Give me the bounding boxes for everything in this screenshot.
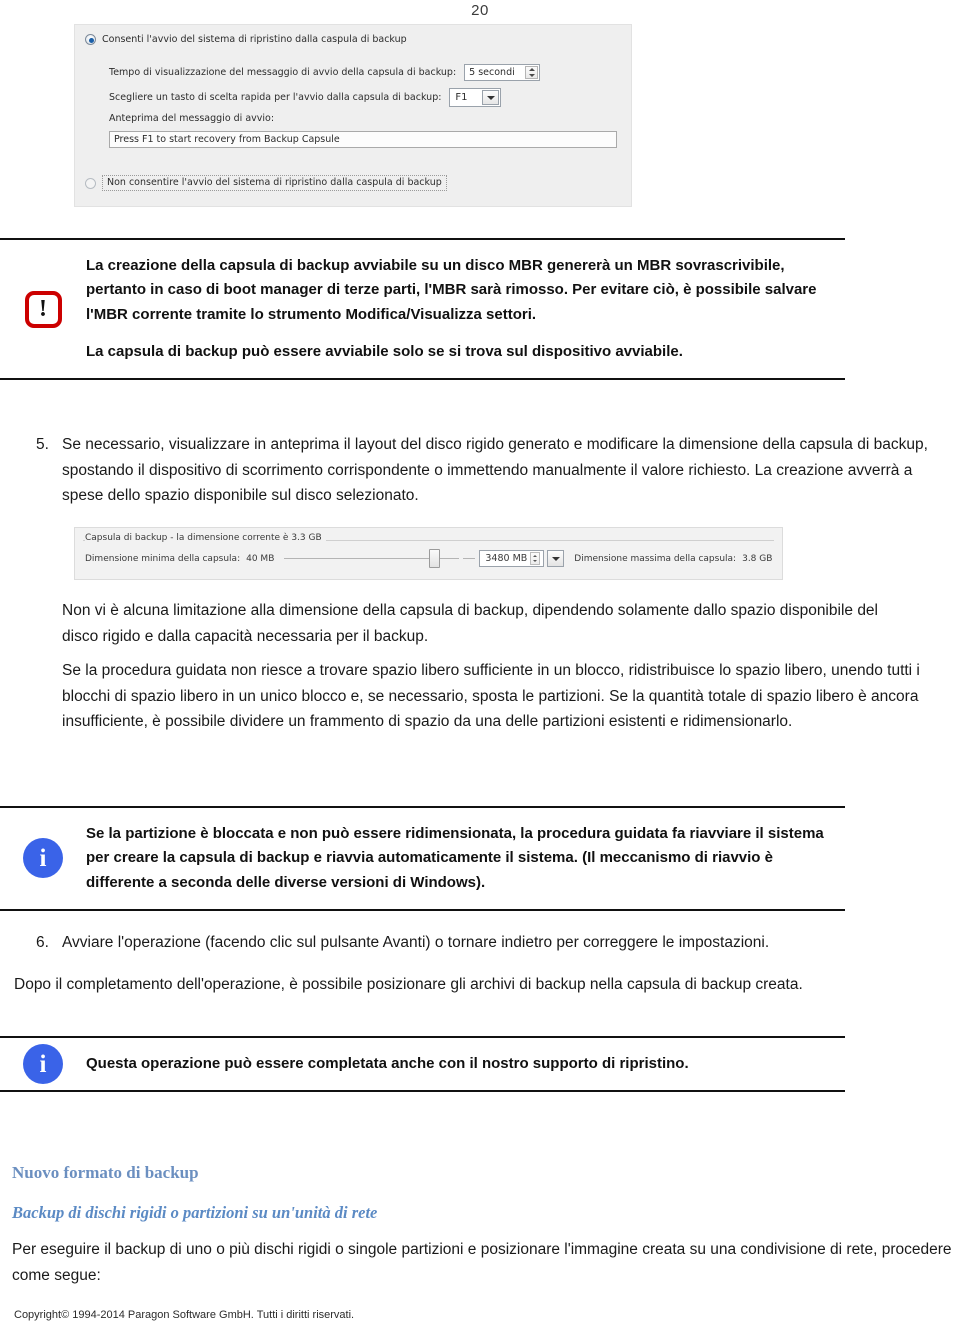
step-6-text: Avviare l'operazione (facendo clic sul p…: [62, 934, 770, 951]
size-unit-dropdown[interactable]: [547, 550, 565, 567]
info-callout-2-body: Questa operazione può essere completata …: [86, 1038, 845, 1090]
paragraph-no-limit: Non vi è alcuna limitazione alla dimensi…: [62, 602, 878, 645]
timeout-label: Tempo di visualizzazione del messaggio d…: [109, 67, 457, 78]
footer-copyright: Copyright© 1994-2014 Paragon Software Gm…: [14, 1309, 355, 1321]
radio-allow-icon[interactable]: [85, 34, 96, 45]
min-size-label: Dimensione minima della capsula:: [85, 553, 241, 564]
step-6: 6. Avviare l'operazione (facendo clic su…: [36, 930, 936, 956]
info-callout-1: i Se la partizione è bloccata e non può …: [0, 806, 845, 911]
step-5-number: 5.: [36, 436, 49, 453]
capsule-size-group-title: Capsula di backup - la dimensione corren…: [85, 533, 326, 543]
capsule-size-value: 3480 MB: [485, 553, 528, 564]
warning-callout-body: La creazione della capsula di backup avv…: [86, 240, 845, 378]
slider-thumb[interactable]: [429, 549, 441, 568]
info-callout-1-body: Se la partizione è bloccata e non può es…: [86, 808, 845, 909]
step-5-text: Se necessario, visualizzare in anteprima…: [62, 436, 928, 505]
timeout-spinner[interactable]: 5 secondi: [464, 64, 541, 81]
exclamation-icon: !: [24, 290, 62, 328]
chevron-up-icon: [533, 554, 538, 557]
chevron-up-icon: [528, 68, 535, 72]
section-heading-primary: Nuovo formato di backup: [12, 1163, 199, 1182]
size-spinner-icon[interactable]: [530, 552, 541, 565]
info-icon-wrap-2: i: [0, 1038, 86, 1090]
timeout-field-row: Tempo di visualizzazione del messaggio d…: [109, 64, 541, 81]
step-6-number: 6.: [36, 934, 49, 951]
info-icon-wrap-1: i: [0, 808, 86, 909]
warning-paragraph-1: La creazione della capsula di backup avv…: [86, 257, 817, 323]
radio-option-deny-boot[interactable]: Non consentire l'avvio del sistema di ri…: [85, 175, 447, 191]
chevron-down-icon: [551, 556, 560, 561]
max-size-label: Dimensione massima della capsula:: [574, 553, 737, 564]
hotkey-value: F1: [455, 92, 468, 103]
boot-settings-screenshot: Consenti l'avvio del sistema di ripristi…: [74, 24, 632, 207]
chevron-down-icon: [486, 95, 495, 100]
timeout-value: 5 secondi: [469, 67, 515, 78]
slider-track-stub: [463, 558, 476, 559]
info-icon: i: [23, 1044, 63, 1085]
warning-callout: ! La creazione della capsula di backup a…: [0, 238, 845, 381]
chevron-down-icon: [533, 560, 538, 563]
paragraph-after-operation: Dopo il completamento dell'operazione, è…: [14, 976, 803, 993]
page-number: 20: [471, 2, 489, 19]
info-callout-1-text: Se la partizione è bloccata e non può es…: [86, 825, 824, 891]
hotkey-field-row: Scegliere un tasto di scelta rapida per …: [109, 88, 502, 107]
capsule-size-row: Dimensione minima della capsula: 40 MB 3…: [85, 549, 774, 568]
hotkey-label: Scegliere un tasto di scelta rapida per …: [109, 92, 442, 103]
step-5: 5. Se necessario, visualizzare in antepr…: [36, 432, 944, 509]
capsule-size-input[interactable]: 3480 MB: [479, 550, 545, 567]
warning-icon-wrap: !: [0, 240, 86, 378]
radio-deny-label: Non consentire l'avvio del sistema di ri…: [102, 175, 447, 191]
radio-deny-icon[interactable]: [85, 177, 96, 189]
preview-message-value: Press F1 to start recovery from Backup C…: [114, 134, 340, 145]
capsule-size-screenshot: Capsula di backup - la dimensione corren…: [74, 527, 783, 580]
chevron-down-icon: [528, 73, 535, 77]
paragraph-wizard: Se la procedura guidata non riesce a tro…: [62, 662, 920, 731]
capsule-size-slider[interactable]: [284, 549, 460, 568]
preview-message-input[interactable]: Press F1 to start recovery from Backup C…: [109, 131, 617, 148]
info-callout-2-text: Questa operazione può essere completata …: [86, 1055, 689, 1072]
preview-label-row: Anteprima del messaggio di avvio:: [109, 113, 274, 124]
max-size-value: 3.8 GB: [742, 553, 773, 564]
radio-allow-label: Consenti l'avvio del sistema di ripristi…: [102, 34, 407, 45]
hotkey-dropdown[interactable]: F1: [449, 88, 502, 107]
preview-label: Anteprima del messaggio di avvio:: [109, 113, 275, 124]
dropdown-button[interactable]: [482, 90, 500, 105]
section-heading-secondary: Backup di dischi rigidi o partizioni su …: [12, 1203, 378, 1222]
spinner-arrows-icon[interactable]: [525, 66, 539, 79]
info-icon: i: [23, 838, 63, 879]
info-callout-2: i Questa operazione può essere completat…: [0, 1036, 845, 1093]
min-size-value: 40 MB: [246, 553, 275, 564]
paragraph-intro-network: Per eseguire il backup di uno o più disc…: [12, 1241, 952, 1284]
radio-option-allow-boot[interactable]: Consenti l'avvio del sistema di ripristi…: [85, 34, 407, 45]
warning-paragraph-2: La capsula di backup può essere avviabil…: [86, 342, 683, 360]
